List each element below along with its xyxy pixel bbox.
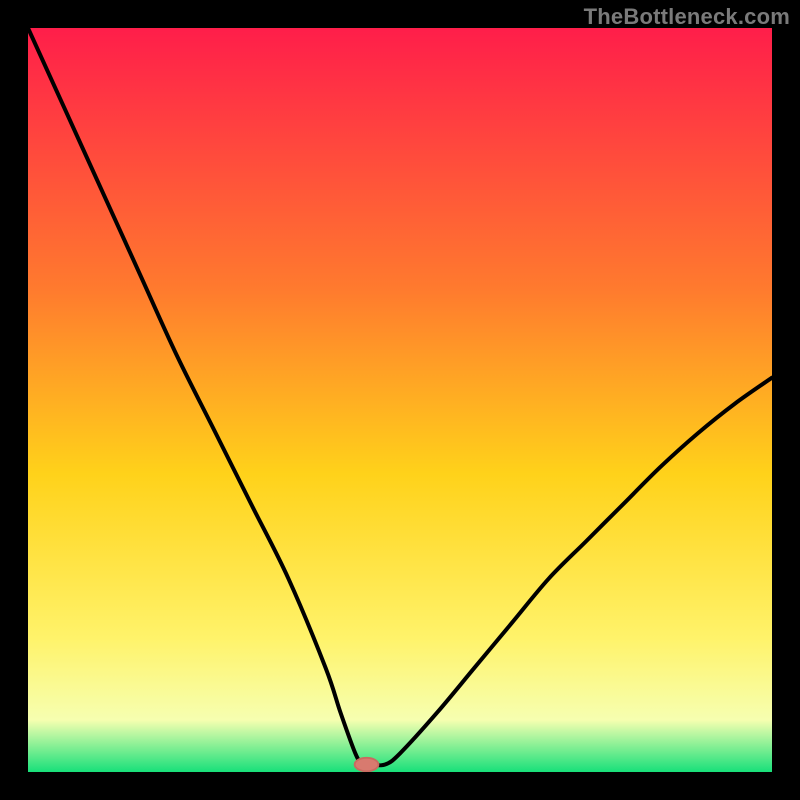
plot-area (28, 28, 772, 772)
chart-container: { "watermark": "TheBottleneck.com", "col… (0, 0, 800, 800)
watermark-text: TheBottleneck.com (584, 4, 790, 30)
minimum-marker-icon (355, 758, 379, 771)
gradient-background (28, 28, 772, 772)
bottleneck-chart (28, 28, 772, 772)
